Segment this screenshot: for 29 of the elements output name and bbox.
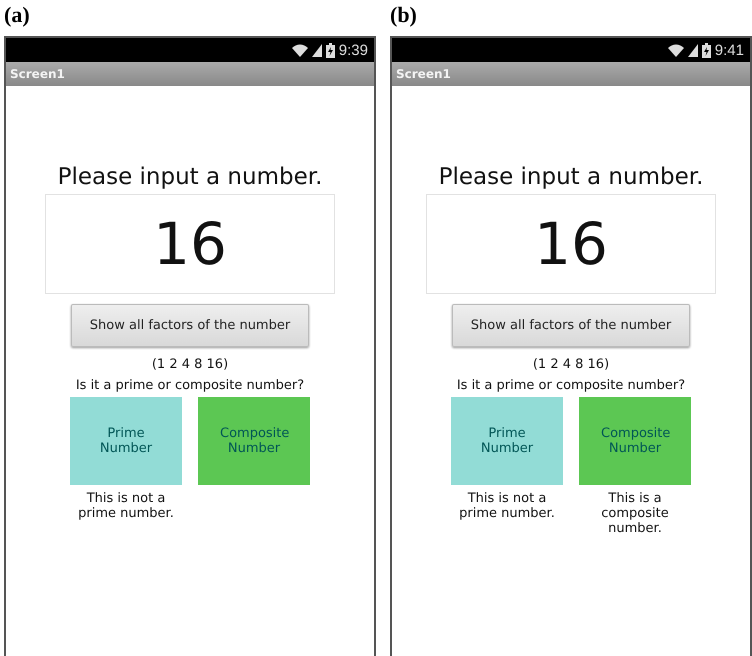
wifi-icon bbox=[668, 44, 684, 56]
clock-time: 9:39 bbox=[338, 42, 368, 58]
signal-icon bbox=[312, 44, 322, 56]
number-input-field[interactable]: 16 bbox=[45, 194, 335, 294]
show-factors-button[interactable]: Show all factors of the number bbox=[452, 304, 690, 347]
screen-title: Screen1 bbox=[10, 67, 65, 81]
clock-time: 9:41 bbox=[714, 42, 744, 58]
answer-button[interactable]: Composite Number bbox=[579, 397, 691, 485]
panel-label: (a) bbox=[4, 1, 30, 29]
prompt-text: Please input a number. bbox=[58, 164, 322, 190]
screen-title: Screen1 bbox=[396, 67, 451, 81]
show-factors-button[interactable]: Show all factors of the number bbox=[71, 304, 309, 347]
result-text: This is not a prime number. bbox=[77, 491, 175, 521]
question-text: Is it a prime or composite number? bbox=[456, 378, 686, 393]
wifi-icon bbox=[292, 44, 308, 56]
prompt-text: Please input a number. bbox=[438, 164, 704, 190]
answer-button[interactable]: Prime Number bbox=[70, 397, 182, 485]
battery-icon bbox=[326, 42, 335, 58]
answer-button[interactable]: Prime Number bbox=[451, 397, 563, 485]
result-text: This is not a prime number. bbox=[458, 491, 556, 521]
battery-icon bbox=[702, 42, 711, 58]
panel-label: (b) bbox=[390, 1, 417, 29]
factors-text: (1 2 4 8 16) bbox=[152, 357, 228, 372]
answer-button[interactable]: Composite Number bbox=[198, 397, 310, 485]
question-text: Is it a prime or composite number? bbox=[76, 378, 304, 393]
result-text: This is a composite number. bbox=[600, 491, 670, 536]
factors-text: (1 2 4 8 16) bbox=[532, 357, 610, 372]
number-input-field[interactable]: 16 bbox=[426, 194, 716, 294]
signal-icon bbox=[688, 44, 698, 56]
